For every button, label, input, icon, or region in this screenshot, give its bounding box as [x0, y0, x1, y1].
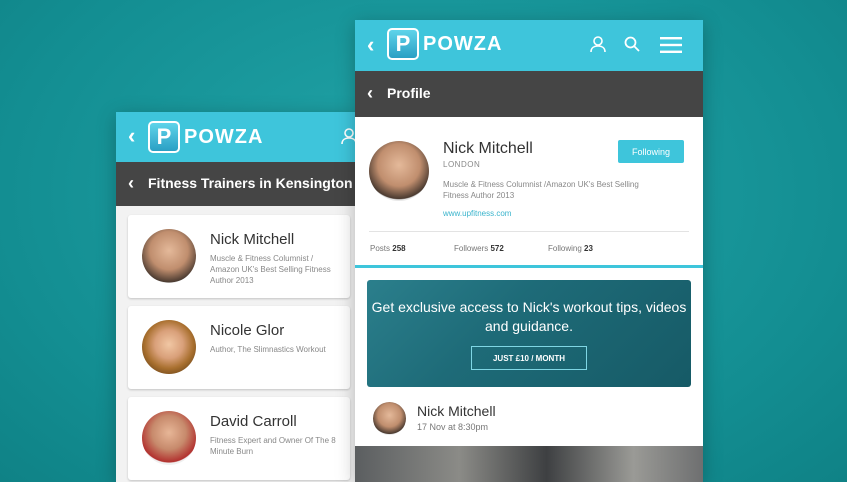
page-title: Profile — [387, 85, 431, 101]
subscription-promo: Get exclusive access to Nick's workout t… — [367, 280, 691, 387]
page-header: ‹ Profile — [355, 71, 703, 117]
posts-label: Posts — [370, 244, 391, 253]
post-author[interactable]: Nick Mitchell — [417, 403, 496, 419]
trainers-screen: ‹ P POWZA ‹ Fitness Trainers in Kensingt… — [116, 112, 358, 482]
profile-location: LONDON — [443, 160, 481, 169]
posts-stat[interactable]: Posts 258 — [370, 244, 406, 253]
post-image[interactable] — [355, 446, 703, 482]
profile-screen: ‹ P POWZA ‹ Profile Nick Mitchell LONDON… — [355, 20, 703, 482]
trainer-name: David Carroll — [210, 413, 297, 430]
logo-mark: P — [387, 28, 419, 60]
trainer-card[interactable]: David Carroll Fitness Expert and Owner O… — [128, 397, 350, 480]
trainer-description: Author, The Slimnastics Workout — [210, 345, 326, 354]
user-icon[interactable] — [589, 35, 607, 58]
app-header: ‹ P POWZA — [116, 112, 358, 162]
avatar — [142, 320, 196, 374]
logo-text: POWZA — [184, 125, 264, 148]
profile-name: Nick Mitchell — [443, 140, 533, 157]
page-title: Fitness Trainers in Kensington — [148, 175, 353, 191]
search-icon[interactable] — [623, 35, 641, 58]
logo-text: POWZA — [423, 32, 503, 55]
following-button[interactable]: Following — [618, 140, 684, 163]
back-chevron-icon[interactable]: ‹ — [367, 83, 373, 104]
divider — [369, 231, 689, 232]
trainer-name: Nick Mitchell — [210, 231, 295, 248]
post-timestamp: 17 Nov at 8:30pm — [417, 422, 489, 432]
trainer-description: Muscle & Fitness Columnist / Amazon UK's… — [210, 254, 331, 285]
post-avatar — [373, 402, 406, 435]
logo-mark: P — [148, 121, 180, 153]
followers-count: 572 — [490, 244, 504, 253]
powza-logo[interactable]: P POWZA — [148, 121, 263, 153]
following-label: Following — [548, 244, 582, 253]
trainer-card[interactable]: Nick Mitchell Muscle & Fitness Columnist… — [128, 215, 350, 298]
posts-count: 258 — [392, 244, 406, 253]
profile-avatar — [369, 141, 429, 201]
profile-bio: Muscle & Fitness Columnist /Amazon UK's … — [443, 180, 639, 200]
followers-label: Followers — [454, 244, 489, 253]
back-chevron-icon[interactable]: ‹ — [367, 34, 374, 56]
page-header: ‹ Fitness Trainers in Kensington — [116, 162, 358, 206]
profile-website-link[interactable]: www.upfitness.com — [443, 209, 511, 218]
section-divider — [355, 265, 703, 268]
back-chevron-icon[interactable]: ‹ — [128, 125, 135, 147]
avatar — [142, 411, 196, 465]
trainer-card[interactable]: Nicole Glor Author, The Slimnastics Work… — [128, 306, 350, 389]
app-header: ‹ P POWZA — [355, 20, 703, 71]
avatar — [142, 229, 196, 283]
trainer-name: Nicole Glor — [210, 322, 285, 339]
powza-logo[interactable]: P POWZA — [387, 28, 502, 60]
followers-stat[interactable]: Followers 572 — [454, 244, 504, 253]
following-stat[interactable]: Following 23 — [548, 244, 593, 253]
trainer-description: Fitness Expert and Owner Of The 8 Minute… — [210, 436, 336, 456]
following-count: 23 — [584, 244, 593, 253]
back-chevron-icon[interactable]: ‹ — [128, 173, 134, 194]
promo-text: Get exclusive access to Nick's workout t… — [371, 299, 687, 334]
menu-icon[interactable] — [660, 36, 682, 59]
subscribe-button[interactable]: JUST £10 / MONTH — [471, 346, 587, 370]
